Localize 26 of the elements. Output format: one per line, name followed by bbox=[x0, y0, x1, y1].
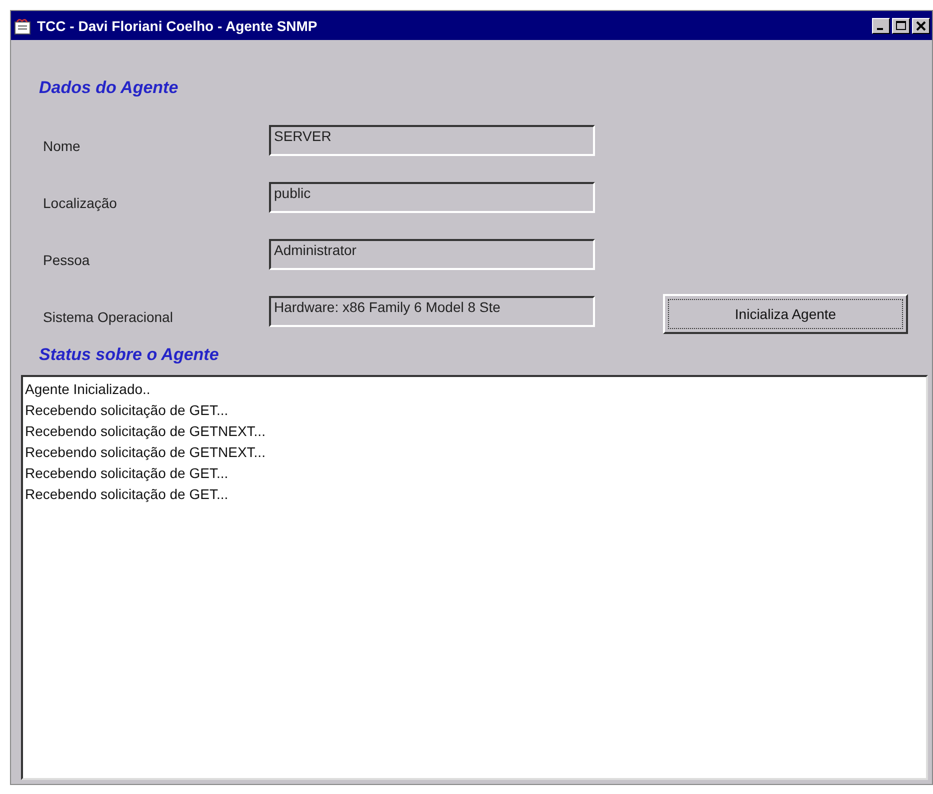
close-icon bbox=[916, 20, 926, 30]
maximize-icon bbox=[896, 20, 906, 30]
input-field[interactable]: public bbox=[269, 182, 595, 213]
maximize-button[interactable] bbox=[892, 18, 910, 34]
start-agent-button[interactable]: Inicializa Agente bbox=[663, 294, 908, 334]
field-label: Sistema Operacional bbox=[43, 308, 174, 324]
window-title: TCC - Davi Floriani Coelho - Agente SNMP bbox=[37, 18, 318, 34]
field-label: Pessoa bbox=[43, 252, 91, 268]
log-line: Recebendo solicitação de GET... bbox=[25, 401, 228, 420]
input-field[interactable]: SERVER bbox=[269, 125, 595, 156]
log-area[interactable]: Agente Inicializado.. Recebendo solicitação de GET... Recebendo solicitação de GETNEXT... Recebendo solicitação de GETNEXT... Recebendo solicitação de GET... Recebendo solicitação de GET... bbox=[21, 375, 928, 780]
field-label: Nome bbox=[43, 138, 82, 154]
input-field[interactable]: Hardware: x86 Family 6 Model 8 Ste bbox=[269, 296, 595, 327]
log-line: Recebendo solicitação de GETNEXT... bbox=[25, 422, 266, 441]
log-line: Recebendo solicitação de GET... bbox=[25, 485, 228, 504]
log-line: Recebendo solicitação de GETNEXT... bbox=[25, 443, 266, 462]
minimize-button[interactable] bbox=[872, 18, 890, 34]
section-heading: Status sobre o Agente bbox=[39, 345, 219, 365]
field-label: Localização bbox=[43, 194, 118, 210]
log-line: Agente Inicializado.. bbox=[25, 380, 150, 399]
log-line: Recebendo solicitação de GET... bbox=[25, 464, 228, 483]
app-icon bbox=[14, 16, 32, 34]
section-heading: Dados do Agente bbox=[39, 78, 178, 98]
minimize-icon bbox=[876, 28, 882, 30]
input-field[interactable]: Administrator bbox=[269, 239, 595, 270]
close-button[interactable] bbox=[912, 18, 930, 34]
